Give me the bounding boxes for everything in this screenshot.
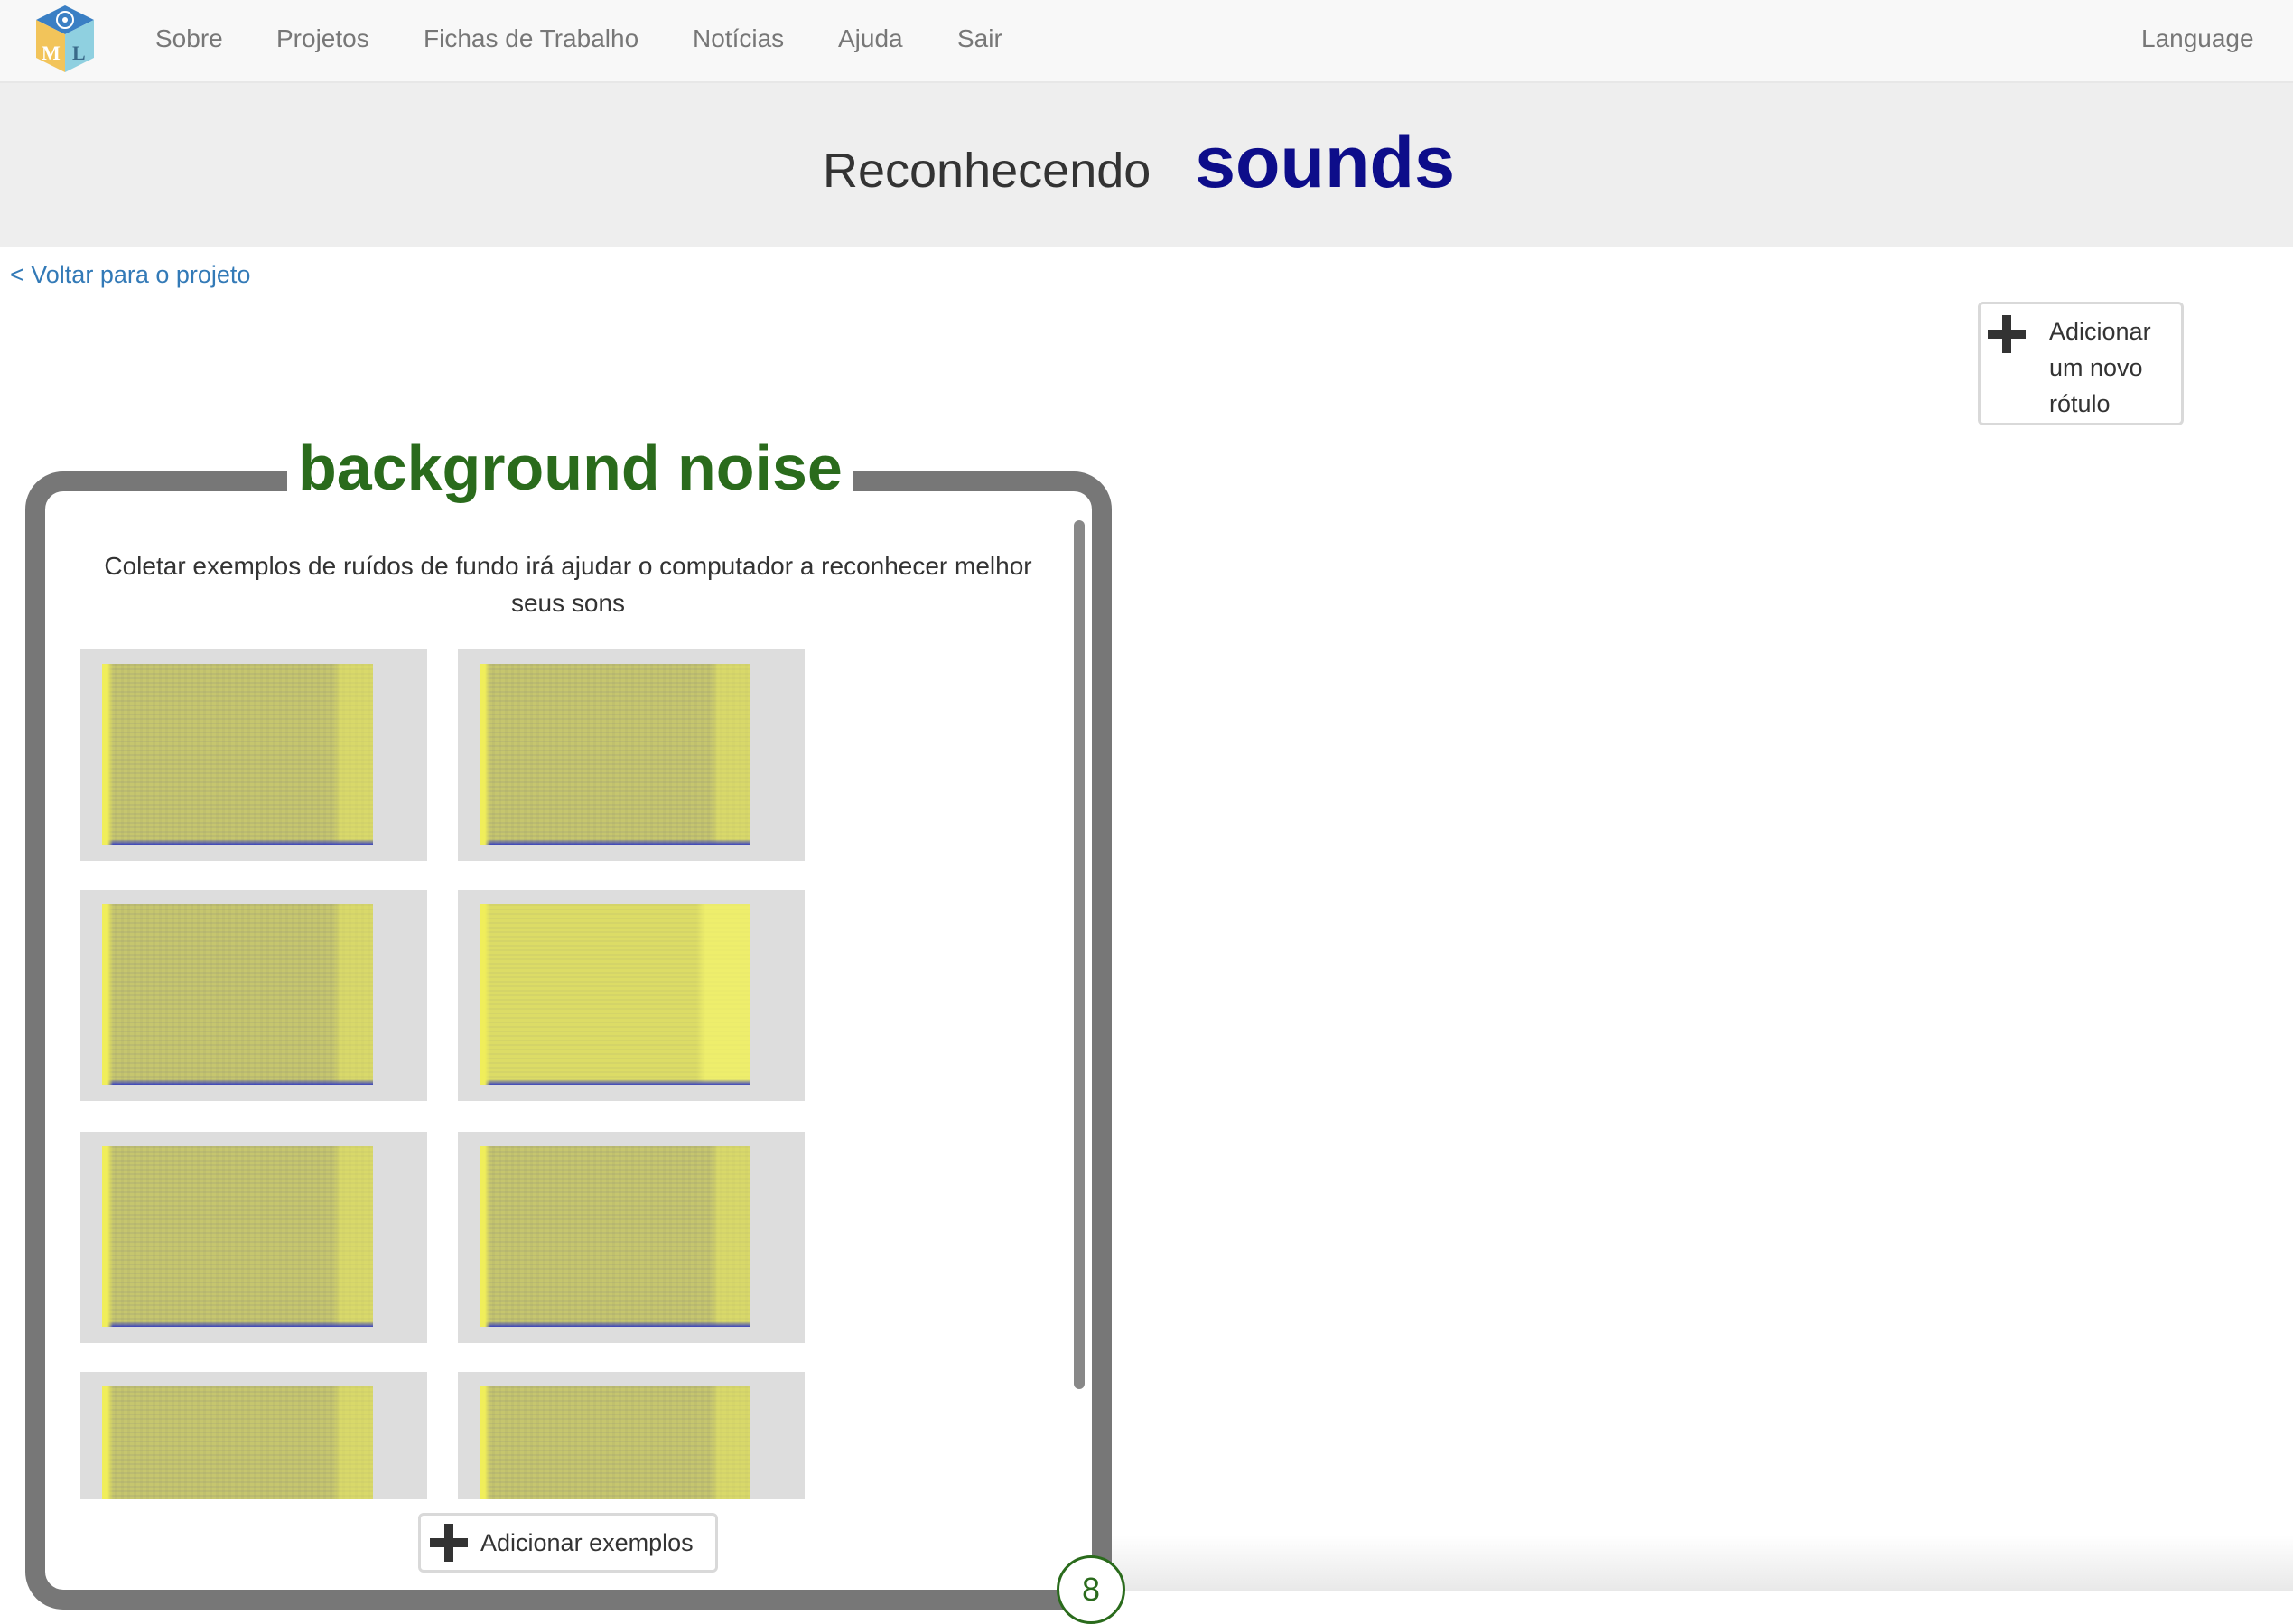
top-navbar: M L Sobre Projetos Fichas de Trabalho No… xyxy=(0,0,2293,83)
nav-fichas-de-trabalho[interactable]: Fichas de Trabalho xyxy=(424,24,638,53)
ml-logo-icon[interactable]: M L xyxy=(33,4,98,74)
spectrogram-image xyxy=(102,1146,373,1327)
label-title: background noise xyxy=(287,432,853,504)
back-to-project-link[interactable]: < Voltar para o projeto xyxy=(10,261,250,289)
plus-icon xyxy=(430,1524,468,1562)
spectrogram-image xyxy=(480,1146,750,1327)
page-title-prefix: Reconhecendo xyxy=(823,144,1151,198)
example-count-badge: 8 xyxy=(1057,1555,1125,1624)
nav-ajuda[interactable]: Ajuda xyxy=(838,24,903,53)
example-tile[interactable] xyxy=(458,890,805,1101)
spectrogram-image xyxy=(480,1386,750,1499)
page-bottom-fade xyxy=(1112,1535,2293,1591)
add-new-label-text: Adicionar um novo rótulo xyxy=(2049,318,2151,417)
project-name: sounds xyxy=(1195,122,1456,203)
example-tile[interactable] xyxy=(458,1372,805,1499)
example-tile[interactable] xyxy=(80,649,427,861)
nav-sair[interactable]: Sair xyxy=(957,24,1002,53)
svg-text:M: M xyxy=(42,42,61,64)
example-tile[interactable] xyxy=(80,1372,427,1499)
language-menu[interactable]: Language xyxy=(2141,24,2254,53)
spectrogram-image xyxy=(480,904,750,1085)
plus-icon xyxy=(1988,315,2026,353)
svg-text:L: L xyxy=(72,42,86,64)
examples-list xyxy=(80,649,1065,1499)
nav-noticias[interactable]: Notícias xyxy=(693,24,784,53)
spectrogram-image xyxy=(102,664,373,845)
nav-projetos[interactable]: Projetos xyxy=(276,24,369,53)
examples-scrollbar[interactable] xyxy=(1074,520,1085,1389)
nav-sobre[interactable]: Sobre xyxy=(155,24,223,53)
spectrogram-image xyxy=(102,1386,373,1499)
add-examples-text: Adicionar exemplos xyxy=(480,1529,694,1556)
example-tile[interactable] xyxy=(458,1132,805,1343)
example-tile[interactable] xyxy=(80,890,427,1101)
spectrogram-image xyxy=(480,664,750,845)
label-description: Coletar exemplos de ruídos de fundo irá … xyxy=(104,552,1032,617)
spectrogram-image xyxy=(102,904,373,1085)
example-tile[interactable] xyxy=(80,1132,427,1343)
example-tile[interactable] xyxy=(458,649,805,861)
add-examples-button[interactable]: Adicionar exemplos xyxy=(418,1513,718,1573)
add-new-label-button[interactable]: Adicionar um novo rótulo xyxy=(1978,302,2184,425)
